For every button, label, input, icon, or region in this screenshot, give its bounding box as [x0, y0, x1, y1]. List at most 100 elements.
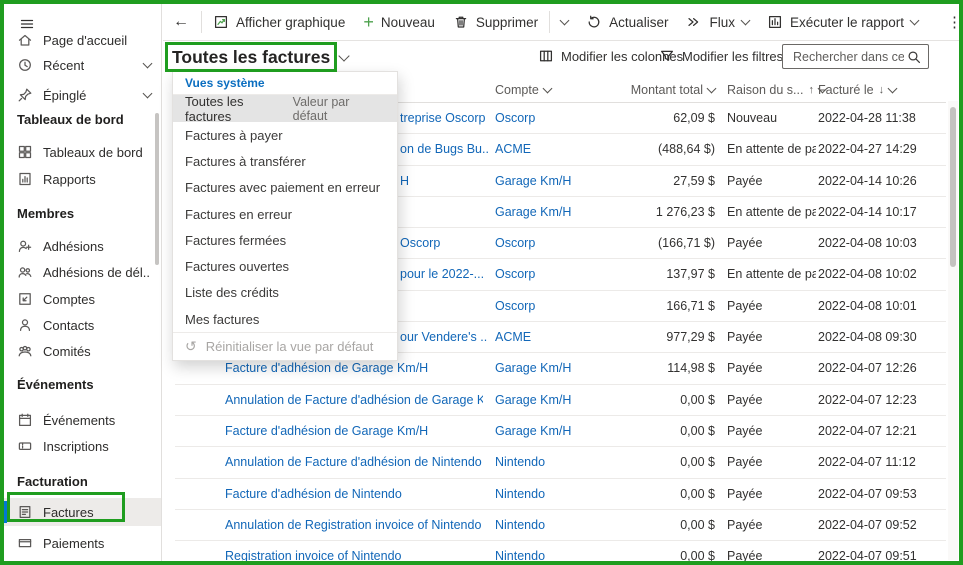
account-link[interactable]: Nintendo	[495, 447, 545, 478]
sidebar-item-payments[interactable]: Paiements	[4, 531, 161, 555]
amount-cell: (166,71 $)	[575, 228, 715, 259]
account-link[interactable]: Garage Km/H	[495, 197, 571, 228]
sidebar-item-reports[interactable]: Rapports	[4, 167, 161, 191]
sidebar-item-label: Comités	[43, 344, 91, 359]
invoice-name-link[interactable]: Facture d'adhésion de Garage Km/H	[225, 416, 428, 447]
column-header-invoiced-on[interactable]: Facturé le ↓	[818, 76, 896, 103]
invoice-name-link[interactable]: on de Bugs Bu...	[400, 134, 488, 165]
account-link[interactable]: ACME	[495, 134, 531, 165]
table-row[interactable]: Facture d'adhésion de Garage Km/H Garage …	[175, 416, 946, 447]
view-menu-item[interactable]: Factures ouvertes	[173, 253, 397, 279]
account-link[interactable]: Oscorp	[495, 291, 535, 322]
account-link[interactable]: Nintendo	[495, 541, 545, 561]
view-search-box[interactable]	[782, 44, 929, 69]
column-header-account[interactable]: Compte	[495, 76, 551, 103]
view-menu-item-default[interactable]: Toutes les factures Valeur par défaut	[173, 95, 397, 122]
invoice-name-link[interactable]: Annulation de Registration invoice of Ni…	[225, 510, 481, 541]
ticket-icon	[17, 438, 33, 454]
account-link[interactable]: Oscorp	[495, 103, 535, 134]
table-row[interactable]: Annulation de Facture d'adhésion de Nint…	[175, 447, 946, 478]
view-menu-item[interactable]: Factures en erreur	[173, 201, 397, 227]
search-icon[interactable]	[906, 49, 922, 65]
edit-filters-button[interactable]: Modifier les filtres	[659, 48, 783, 64]
status-cell: Payée	[727, 322, 816, 353]
sidebar-item-delegate-memberships[interactable]: Adhésions de dél...	[4, 260, 161, 284]
sidebar-item-registrations[interactable]: Inscriptions	[4, 434, 161, 458]
view-menu-item[interactable]: Liste des crédits	[173, 280, 397, 306]
view-menu-item[interactable]: Factures à payer	[173, 122, 397, 148]
command-bar-overflow-button[interactable]: ⋮	[939, 13, 963, 31]
table-row[interactable]: Facture d'adhésion de Nintendo Nintendo 0,…	[175, 479, 946, 510]
show-chart-button[interactable]: Afficher graphique	[204, 8, 354, 36]
table-row[interactable]: Annulation de Facture d'adhésion de Gara…	[175, 385, 946, 416]
chevron-down-icon[interactable]	[143, 59, 153, 69]
account-link[interactable]: Garage Km/H	[495, 416, 571, 447]
account-link[interactable]: Nintendo	[495, 510, 545, 541]
sidebar-item-pinned[interactable]: Épinglé	[4, 83, 161, 107]
amount-cell: 0,00 $	[575, 479, 715, 510]
account-link[interactable]: Garage Km/H	[495, 353, 571, 384]
view-selector-button[interactable]: Toutes les factures	[172, 47, 348, 68]
reset-default-view-item[interactable]: ↺ Réinitialiser la vue par défaut	[173, 332, 397, 360]
sidebar: Page d'accueil Récent Épinglé Tableaux d…	[4, 4, 162, 561]
back-button[interactable]: ←	[163, 8, 199, 36]
status-cell: Payée	[727, 541, 816, 561]
invoice-name-link[interactable]: Oscorp	[400, 228, 440, 259]
chart-icon	[213, 14, 229, 30]
account-link[interactable]: Oscorp	[495, 228, 535, 259]
sidebar-item-committees[interactable]: Comités	[4, 339, 161, 363]
column-header-total[interactable]: Montant total	[557, 76, 715, 103]
delete-split-chevron-button[interactable]	[552, 8, 577, 36]
new-button[interactable]: + Nouveau	[354, 8, 444, 36]
view-menu-item[interactable]: Factures à transférer	[173, 148, 397, 174]
status-cell: Payée	[727, 447, 816, 478]
account-link[interactable]: Garage Km/H	[495, 166, 571, 197]
sidebar-scrollbar[interactable]	[155, 113, 159, 265]
date-cell: 2022-04-07 12:23	[818, 385, 917, 416]
view-menu-item[interactable]: Mes factures	[173, 306, 397, 332]
edit-filters-label: Modifier les filtres	[682, 49, 783, 64]
search-input[interactable]	[791, 49, 906, 65]
invoice-name-link[interactable]: treprise Oscorp	[400, 103, 485, 134]
run-report-button[interactable]: Exécuter le rapport	[758, 8, 927, 36]
account-link[interactable]: Nintendo	[495, 479, 545, 510]
invoice-name-link[interactable]: our Vendere's ...	[400, 322, 488, 353]
sidebar-item-label: Inscriptions	[43, 439, 109, 454]
view-menu-item[interactable]: Factures avec paiement en erreur	[173, 175, 397, 201]
delete-button[interactable]: Supprimer	[444, 8, 547, 36]
account-link[interactable]: Oscorp	[495, 259, 535, 290]
sidebar-item-label: Adhésions de dél...	[43, 265, 151, 280]
chevron-down-icon[interactable]	[143, 89, 153, 99]
sidebar-item-recent[interactable]: Récent	[4, 53, 161, 77]
sidebar-item-memberships[interactable]: Adhésions	[4, 234, 161, 258]
amount-cell: 977,29 $	[575, 322, 715, 353]
invoice-name-link[interactable]: pour le 2022-...	[400, 259, 484, 290]
view-menu-item-label: Toutes les factures	[185, 94, 293, 124]
table-row[interactable]: Registration invoice of Nintendo Nintendo…	[175, 541, 946, 561]
account-link[interactable]: ACME	[495, 322, 531, 353]
invoice-name-link[interactable]: Annulation de Facture d'adhésion de Nint…	[225, 447, 482, 478]
sidebar-item-home[interactable]: Page d'accueil	[4, 28, 161, 52]
grid-scrollbar-thumb[interactable]	[950, 107, 956, 267]
account-link[interactable]: Garage Km/H	[495, 385, 571, 416]
invoice-name-link[interactable]: Registration invoice of Nintendo	[225, 541, 402, 561]
sidebar-item-contacts[interactable]: Contacts	[4, 313, 161, 337]
column-header-status-reason[interactable]: Raison du s... ↑	[727, 76, 826, 103]
amount-cell: 27,59 $	[575, 166, 715, 197]
delete-label: Supprimer	[476, 15, 538, 30]
table-row[interactable]: Annulation de Registration invoice of Ni…	[175, 510, 946, 541]
sidebar-item-events[interactable]: Événements	[4, 408, 161, 432]
sidebar-item-accounts[interactable]: Comptes	[4, 287, 161, 311]
sidebar-item-invoices[interactable]: Factures	[4, 498, 161, 526]
invoice-name-link[interactable]: Facture d'adhésion de Nintendo	[225, 479, 402, 510]
divider	[549, 11, 550, 33]
invoice-name-link[interactable]: Annulation de Facture d'adhésion de Gara…	[225, 385, 483, 416]
sidebar-item-label: Adhésions	[43, 239, 104, 254]
flow-button[interactable]: Flux	[677, 8, 758, 36]
sidebar-item-dashboards[interactable]: Tableaux de bord	[4, 140, 161, 164]
refresh-button[interactable]: Actualiser	[577, 8, 677, 36]
invoice-name-link[interactable]: H	[400, 166, 409, 197]
grid-scrollbar[interactable]	[948, 101, 958, 560]
view-menu-item[interactable]: Factures fermées	[173, 227, 397, 253]
date-cell: 2022-04-07 12:21	[818, 416, 917, 447]
